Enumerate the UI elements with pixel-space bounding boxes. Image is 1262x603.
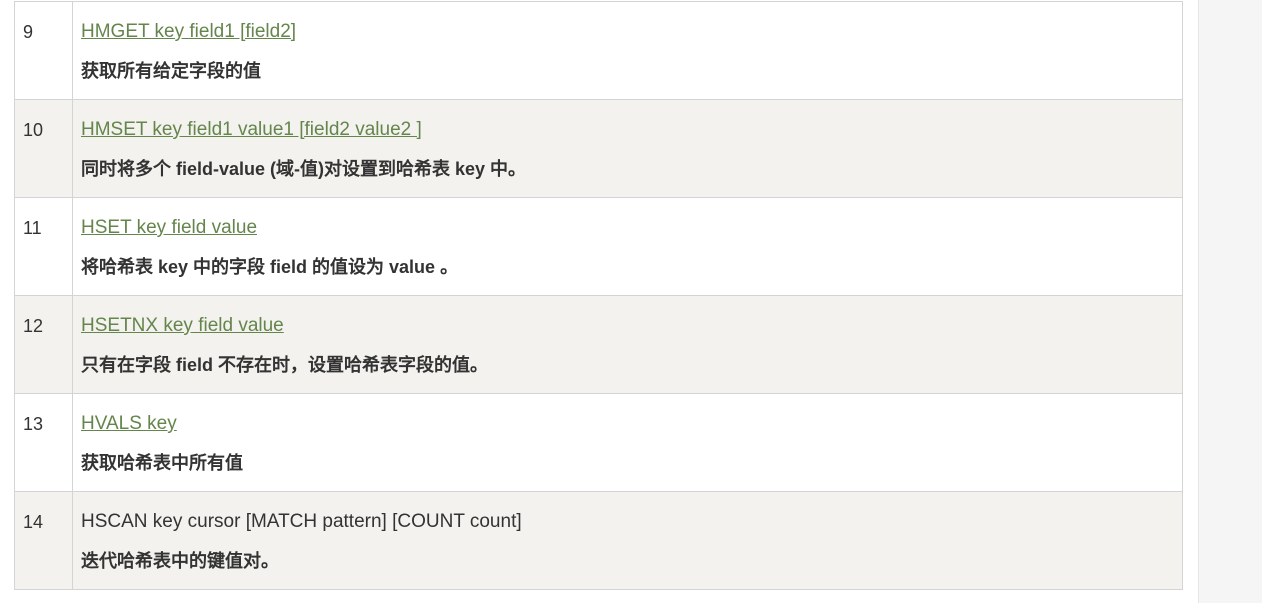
- command-link-hmget[interactable]: HMGET key field1 [field2]: [81, 20, 1182, 44]
- command-cell: HSET key field value 将哈希表 key 中的字段 field…: [72, 197, 1183, 296]
- command-description: 将哈希表 key 中的字段 field 的值设为 value 。: [81, 257, 459, 277]
- redis-hash-command-table: 9 HMGET key field1 [field2] 获取所有给定字段的值 1…: [14, 1, 1183, 590]
- page: 9 HMGET key field1 [field2] 获取所有给定字段的值 1…: [0, 0, 1262, 603]
- command-link-hsetnx[interactable]: HSETNX key field value: [81, 314, 1182, 338]
- table-row: 9 HMGET key field1 [field2] 获取所有给定字段的值: [14, 1, 1183, 100]
- command-description: 获取所有给定字段的值: [81, 61, 261, 81]
- command-link-hmset[interactable]: HMSET key field1 value1 [field2 value2 ]: [81, 118, 1182, 142]
- row-number: 13: [14, 393, 73, 492]
- table-row: 11 HSET key field value 将哈希表 key 中的字段 fi…: [14, 197, 1183, 296]
- command-cell: HVALS key 获取哈希表中所有值: [72, 393, 1183, 492]
- command-cell: HSETNX key field value 只有在字段 field 不存在时，…: [72, 295, 1183, 394]
- table-row: 10 HMSET key field1 value1 [field2 value…: [14, 99, 1183, 198]
- command-description: 同时将多个 field-value (域-值)对设置到哈希表 key 中。: [81, 159, 527, 179]
- command-text-hscan: HSCAN key cursor [MATCH pattern] [COUNT …: [81, 511, 522, 532]
- table-row: 13 HVALS key 获取哈希表中所有值: [14, 393, 1183, 492]
- command-description: 只有在字段 field 不存在时，设置哈希表字段的值。: [81, 355, 489, 375]
- table-row: 12 HSETNX key field value 只有在字段 field 不存…: [14, 295, 1183, 394]
- table-row: 14 HSCAN key cursor [MATCH pattern] [COU…: [14, 491, 1183, 590]
- command-cell: HMSET key field1 value1 [field2 value2 ]…: [72, 99, 1183, 198]
- row-number: 12: [14, 295, 73, 394]
- command-description: 获取哈希表中所有值: [81, 453, 243, 473]
- row-number: 9: [14, 1, 73, 100]
- command-link-hvals[interactable]: HVALS key: [81, 412, 1182, 436]
- right-sidebar: [1198, 0, 1262, 603]
- command-cell: HMGET key field1 [field2] 获取所有给定字段的值: [72, 1, 1183, 100]
- command-description: 迭代哈希表中的键值对。: [81, 551, 279, 571]
- row-number: 14: [14, 491, 73, 590]
- command-link-hset[interactable]: HSET key field value: [81, 216, 1182, 240]
- row-number: 11: [14, 197, 73, 296]
- command-cell: HSCAN key cursor [MATCH pattern] [COUNT …: [72, 491, 1183, 590]
- row-number: 10: [14, 99, 73, 198]
